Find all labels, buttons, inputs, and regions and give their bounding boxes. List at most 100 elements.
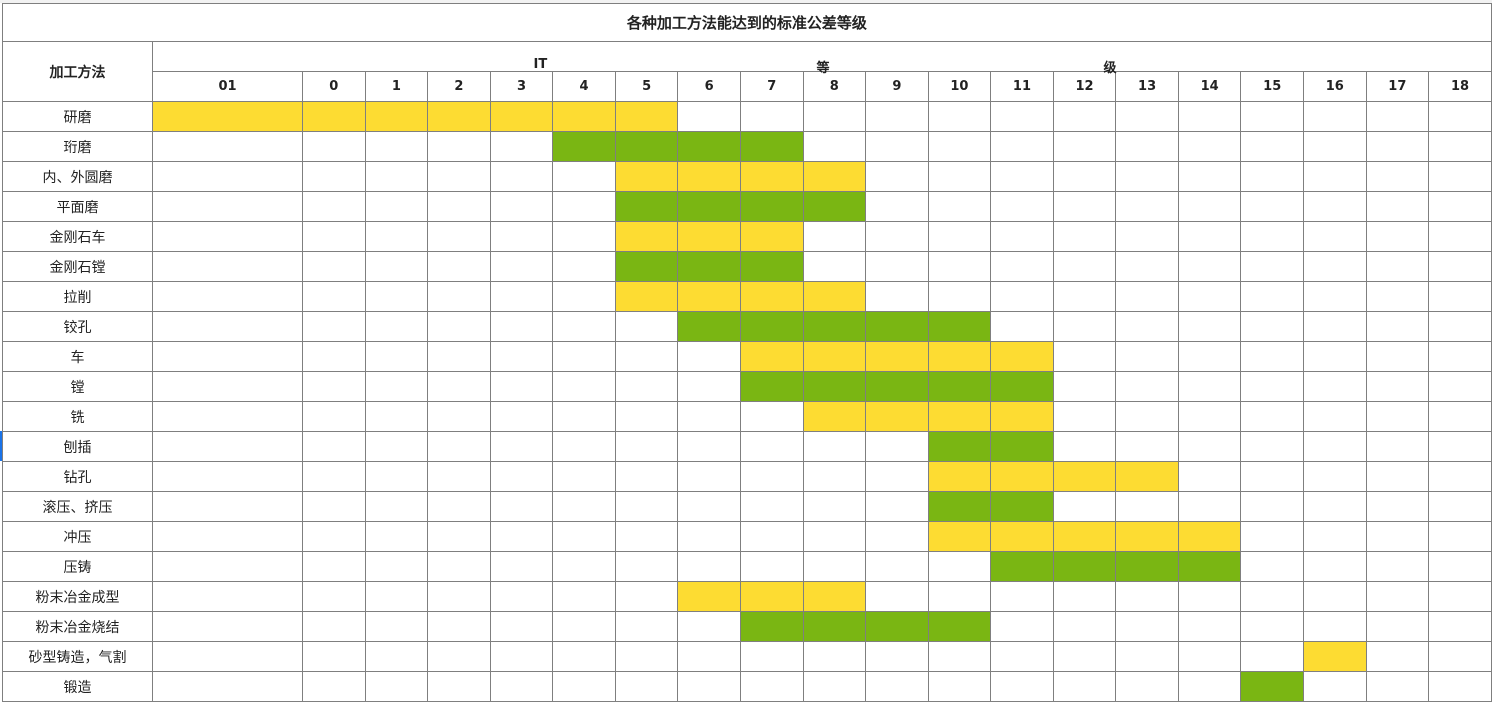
empty-cell[interactable] bbox=[1052, 131, 1117, 162]
empty-cell[interactable] bbox=[614, 371, 679, 402]
empty-cell[interactable] bbox=[1303, 131, 1367, 162]
empty-cell[interactable] bbox=[552, 551, 616, 582]
empty-cell[interactable] bbox=[427, 221, 491, 252]
empty-cell[interactable] bbox=[1365, 161, 1430, 192]
method-cell[interactable]: 珩磨 bbox=[2, 131, 153, 162]
empty-cell[interactable] bbox=[1240, 281, 1304, 312]
empty-cell[interactable] bbox=[364, 521, 429, 552]
empty-cell[interactable] bbox=[364, 671, 429, 702]
empty-cell[interactable] bbox=[489, 371, 554, 402]
empty-cell[interactable] bbox=[1303, 491, 1367, 522]
empty-cell[interactable] bbox=[1365, 611, 1430, 642]
empty-cell[interactable] bbox=[865, 581, 929, 612]
empty-cell[interactable] bbox=[1365, 191, 1430, 222]
range-cell-yellow[interactable] bbox=[927, 401, 992, 432]
empty-cell[interactable] bbox=[1303, 461, 1367, 492]
empty-cell[interactable] bbox=[927, 641, 992, 672]
empty-cell[interactable] bbox=[1240, 431, 1304, 462]
range-cell-green[interactable] bbox=[677, 311, 741, 342]
empty-cell[interactable] bbox=[927, 161, 992, 192]
empty-cell[interactable] bbox=[865, 491, 929, 522]
range-cell-yellow[interactable] bbox=[802, 341, 867, 372]
empty-cell[interactable] bbox=[1303, 281, 1367, 312]
empty-cell[interactable] bbox=[364, 161, 429, 192]
empty-cell[interactable] bbox=[1115, 161, 1179, 192]
empty-cell[interactable] bbox=[1177, 161, 1242, 192]
empty-cell[interactable] bbox=[427, 281, 491, 312]
empty-cell[interactable] bbox=[552, 641, 616, 672]
empty-cell[interactable] bbox=[1303, 551, 1367, 582]
empty-cell[interactable] bbox=[1052, 641, 1117, 672]
range-cell-yellow[interactable] bbox=[1303, 641, 1367, 672]
empty-cell[interactable] bbox=[302, 131, 366, 162]
empty-cell[interactable] bbox=[1052, 491, 1117, 522]
empty-cell[interactable] bbox=[552, 191, 616, 222]
range-cell-green[interactable] bbox=[990, 431, 1054, 462]
empty-cell[interactable] bbox=[1177, 311, 1242, 342]
empty-cell[interactable] bbox=[427, 611, 491, 642]
empty-cell[interactable] bbox=[152, 281, 303, 312]
range-cell-yellow[interactable] bbox=[677, 221, 741, 252]
empty-cell[interactable] bbox=[1365, 401, 1430, 432]
empty-cell[interactable] bbox=[614, 671, 679, 702]
method-column-header[interactable]: 加工方法 bbox=[2, 41, 153, 102]
empty-cell[interactable] bbox=[1428, 401, 1492, 432]
method-cell[interactable]: 拉削 bbox=[2, 281, 153, 312]
empty-cell[interactable] bbox=[1303, 101, 1367, 132]
empty-cell[interactable] bbox=[1365, 461, 1430, 492]
empty-cell[interactable] bbox=[677, 431, 741, 462]
range-cell-green[interactable] bbox=[927, 491, 992, 522]
empty-cell[interactable] bbox=[364, 461, 429, 492]
empty-cell[interactable] bbox=[614, 461, 679, 492]
empty-cell[interactable] bbox=[427, 551, 491, 582]
empty-cell[interactable] bbox=[1303, 221, 1367, 252]
empty-cell[interactable] bbox=[152, 671, 303, 702]
empty-cell[interactable] bbox=[802, 101, 867, 132]
method-cell[interactable]: 粉末冶金成型 bbox=[2, 581, 153, 612]
empty-cell[interactable] bbox=[552, 671, 616, 702]
empty-cell[interactable] bbox=[1240, 491, 1304, 522]
empty-cell[interactable] bbox=[427, 341, 491, 372]
empty-cell[interactable] bbox=[1177, 491, 1242, 522]
range-cell-yellow[interactable] bbox=[927, 461, 992, 492]
grade-header-15[interactable]: 15 bbox=[1240, 71, 1304, 102]
empty-cell[interactable] bbox=[677, 401, 741, 432]
empty-cell[interactable] bbox=[1115, 191, 1179, 222]
empty-cell[interactable] bbox=[427, 401, 491, 432]
grade-header-01[interactable]: 01 bbox=[152, 71, 303, 102]
empty-cell[interactable] bbox=[552, 491, 616, 522]
empty-cell[interactable] bbox=[1365, 521, 1430, 552]
empty-cell[interactable] bbox=[1115, 371, 1179, 402]
empty-cell[interactable] bbox=[302, 281, 366, 312]
empty-cell[interactable] bbox=[302, 551, 366, 582]
empty-cell[interactable] bbox=[552, 431, 616, 462]
range-cell-yellow[interactable] bbox=[364, 101, 429, 132]
empty-cell[interactable] bbox=[1240, 581, 1304, 612]
empty-cell[interactable] bbox=[1428, 491, 1492, 522]
grade-header-11[interactable]: 11 bbox=[990, 71, 1054, 102]
empty-cell[interactable] bbox=[1052, 221, 1117, 252]
empty-cell[interactable] bbox=[364, 251, 429, 282]
empty-cell[interactable] bbox=[1177, 431, 1242, 462]
empty-cell[interactable] bbox=[677, 491, 741, 522]
empty-cell[interactable] bbox=[1428, 671, 1492, 702]
empty-cell[interactable] bbox=[552, 281, 616, 312]
empty-cell[interactable] bbox=[990, 311, 1054, 342]
empty-cell[interactable] bbox=[739, 671, 804, 702]
grade-header-18[interactable]: 18 bbox=[1428, 71, 1492, 102]
range-cell-yellow[interactable] bbox=[302, 101, 366, 132]
grade-group-header[interactable]: IT 等 级 bbox=[152, 41, 1492, 76]
range-cell-yellow[interactable] bbox=[1177, 521, 1242, 552]
empty-cell[interactable] bbox=[865, 131, 929, 162]
empty-cell[interactable] bbox=[302, 371, 366, 402]
range-cell-green[interactable] bbox=[990, 551, 1054, 582]
range-cell-green[interactable] bbox=[927, 311, 992, 342]
empty-cell[interactable] bbox=[427, 431, 491, 462]
empty-cell[interactable] bbox=[677, 551, 741, 582]
empty-cell[interactable] bbox=[739, 461, 804, 492]
empty-cell[interactable] bbox=[489, 341, 554, 372]
range-cell-yellow[interactable] bbox=[614, 101, 679, 132]
empty-cell[interactable] bbox=[1365, 341, 1430, 372]
empty-cell[interactable] bbox=[739, 641, 804, 672]
grade-header-0[interactable]: 0 bbox=[302, 71, 366, 102]
